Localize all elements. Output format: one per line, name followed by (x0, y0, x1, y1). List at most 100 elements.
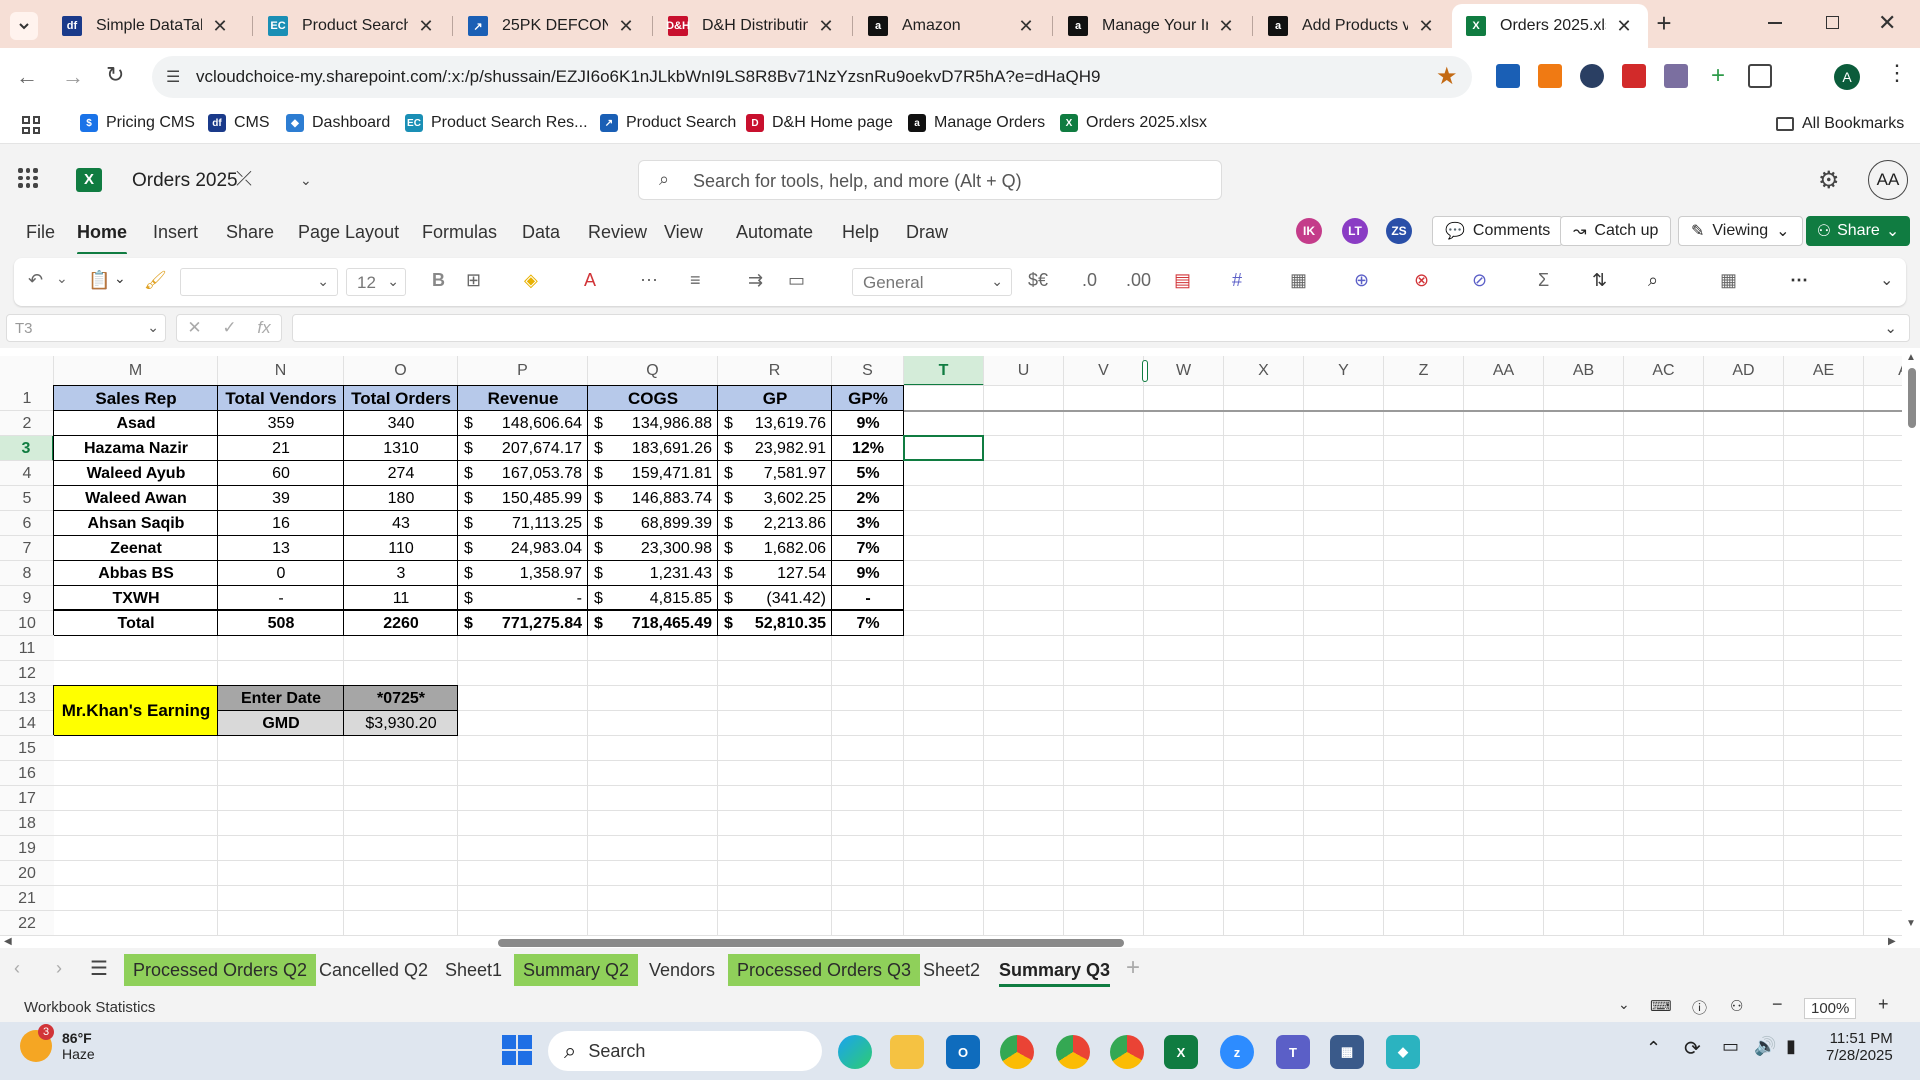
row-header-15[interactable]: 15 (0, 736, 54, 761)
chart-extension-icon[interactable] (1496, 64, 1520, 88)
url-bar[interactable]: ☰ vcloudchoice-my.sharepoint.com/:x:/p/s… (152, 56, 1472, 98)
bold-icon[interactable]: B (432, 270, 445, 291)
bookmark-item[interactable]: D D&H Home page (746, 114, 893, 132)
ribbon-tab-file[interactable]: File (26, 222, 55, 243)
browser-tab[interactable]: EC Product Search F ✕ (254, 4, 450, 48)
comments-button[interactable]: 💬 Comments (1432, 216, 1564, 246)
horizontal-scrollbar[interactable]: ◀ ▶ (0, 936, 1920, 948)
font-size-dropdown[interactable]: 12 ⌄ (346, 268, 406, 296)
font-name-dropdown[interactable]: ⌄ (180, 268, 338, 296)
help-icon[interactable]: ⓘ (1692, 997, 1707, 1018)
clock[interactable]: 11:51 PM 7/28/2025 (1826, 1030, 1893, 1064)
conditional-format-icon[interactable]: ▤ (1174, 270, 1191, 291)
add-sheet-icon[interactable]: + (1126, 954, 1140, 982)
volume-icon[interactable]: 🔊 (1754, 1036, 1776, 1057)
tab-close-icon[interactable]: ✕ (816, 16, 836, 37)
zoom-out-icon[interactable]: − (1772, 994, 1783, 1015)
insert-cells-icon[interactable]: ⊕ (1354, 270, 1369, 291)
chrome-icon[interactable] (1000, 1035, 1034, 1069)
wrap-text-icon[interactable]: ⇉ (748, 270, 763, 291)
row-header-6[interactable]: 6 (0, 511, 54, 536)
browser-menu-icon[interactable]: ⋮ (1886, 60, 1908, 86)
browser-tab[interactable]: a Amazon ✕ (854, 4, 1050, 48)
pdf-extension-icon[interactable] (1622, 64, 1646, 88)
column-header-AC[interactable]: AC (1624, 356, 1704, 386)
sheet-tab[interactable]: Vendors (640, 954, 724, 986)
check-icon[interactable]: ✓ (222, 318, 236, 338)
forward-icon[interactable]: → (62, 64, 84, 90)
row-header-16[interactable]: 16 (0, 761, 54, 786)
format-painter-icon[interactable]: 🖌 (144, 270, 167, 291)
restore-icon[interactable] (1826, 16, 1839, 29)
ribbon-tab-page-layout[interactable]: Page Layout (298, 222, 399, 243)
row-header-22[interactable]: 22 (0, 911, 54, 936)
tab-close-icon[interactable]: ✕ (210, 16, 230, 37)
title-chevron-down-icon[interactable]: ⌄ (300, 172, 312, 189)
viewing-mode-button[interactable]: ✎ Viewing ⌄ (1678, 216, 1803, 246)
feedback-icon[interactable]: ⚇ (1730, 997, 1743, 1015)
cell-styles-icon[interactable]: ▦ (1290, 270, 1307, 291)
expand-formula-icon[interactable]: ⌄ (1884, 319, 1897, 337)
tab-close-icon[interactable]: ✕ (416, 16, 436, 37)
site-info-icon[interactable]: ☰ (166, 67, 180, 87)
format-cells-icon[interactable]: ⊘ (1472, 270, 1487, 291)
browser-tab[interactable]: D&H D&H Distributin ✕ (654, 4, 850, 48)
find-icon[interactable]: ⌕ (1648, 270, 1658, 291)
sort-filter-icon[interactable]: ⇅ (1592, 270, 1607, 291)
js-extension-icon[interactable] (1538, 64, 1562, 88)
column-header-O[interactable]: O (344, 356, 458, 386)
currency-icon[interactable]: $€ (1028, 270, 1048, 291)
column-header-N[interactable]: N (218, 356, 344, 386)
row-header-1[interactable]: 1 (0, 386, 54, 411)
row-header-17[interactable]: 17 (0, 786, 54, 811)
ribbon-tab-help[interactable]: Help (842, 222, 879, 243)
collaborator-avatar[interactable]: LT (1342, 218, 1368, 244)
pen-extension-icon[interactable] (1664, 64, 1688, 88)
sheet-tab[interactable]: Sheet2 (914, 954, 989, 986)
bookmark-item[interactable]: EC Product Search Res... (405, 114, 588, 132)
taskbar-search[interactable]: ⌕ Search (548, 1031, 822, 1071)
column-header-V[interactable]: V (1064, 356, 1144, 386)
row-header-7[interactable]: 7 (0, 536, 54, 561)
enter-date-value[interactable]: *0725* (344, 686, 458, 711)
expand-ribbon-icon[interactable]: ⌄ (1880, 270, 1893, 290)
tab-close-icon[interactable]: ✕ (1416, 16, 1436, 37)
new-tab-button[interactable]: + (1650, 10, 1678, 38)
tab-close-icon[interactable]: ✕ (1614, 16, 1634, 37)
scroll-down-icon[interactable]: ▼ (1906, 918, 1916, 929)
bookmark-item[interactable]: $ Pricing CMS (80, 114, 195, 132)
puzzle-extension-icon[interactable] (1748, 64, 1772, 88)
borders-icon[interactable]: ⊞ (466, 270, 481, 291)
column-header-AB[interactable]: AB (1544, 356, 1624, 386)
merge-icon[interactable]: ▭ (788, 270, 805, 291)
close-window-icon[interactable]: ✕ (1878, 10, 1896, 36)
ribbon-tab-home[interactable]: Home (77, 222, 128, 255)
name-box[interactable]: T3 ⌄ (6, 314, 166, 342)
format-table-icon[interactable]: # (1232, 270, 1242, 291)
more-options-icon[interactable]: ⋯ (1790, 270, 1808, 291)
file-explorer-icon[interactable] (890, 1035, 924, 1069)
column-header-P[interactable]: P (458, 356, 588, 386)
sheet-tab[interactable]: Sheet1 (436, 954, 511, 986)
prev-sheet-icon[interactable]: ‹ (14, 958, 20, 979)
cancel-icon[interactable]: ✕ (187, 318, 201, 338)
sheet-tab[interactable]: Summary Q2 (514, 954, 639, 986)
ribbon-tab-automate[interactable]: Automate (736, 222, 813, 243)
column-header-T[interactable]: T (904, 356, 984, 386)
zoom-level[interactable]: 100% (1804, 998, 1857, 1019)
status-chevron-icon[interactable]: ⌄ (1618, 996, 1630, 1013)
chrome-profile-3-icon[interactable] (1110, 1035, 1144, 1069)
all-sheets-icon[interactable]: ☰ (90, 956, 108, 981)
keyboard-icon[interactable]: ⌨ (1650, 997, 1672, 1015)
excel-app-icon[interactable]: X (1164, 1035, 1198, 1069)
row-header-12[interactable]: 12 (0, 661, 54, 686)
teams-icon[interactable]: T (1276, 1035, 1310, 1069)
row-header-19[interactable]: 19 (0, 836, 54, 861)
row-header-20[interactable]: 20 (0, 861, 54, 886)
row-header-10[interactable]: 10 (0, 611, 54, 636)
tab-close-icon[interactable]: ✕ (1016, 16, 1036, 37)
workbook-statistics[interactable]: Workbook Statistics (24, 999, 155, 1016)
share-button[interactable]: ⚇ Share ⌄ (1806, 216, 1910, 246)
sheet-tab[interactable]: Processed Orders Q2 (124, 954, 317, 986)
bookmark-star-icon[interactable]: ★ (1436, 62, 1458, 91)
